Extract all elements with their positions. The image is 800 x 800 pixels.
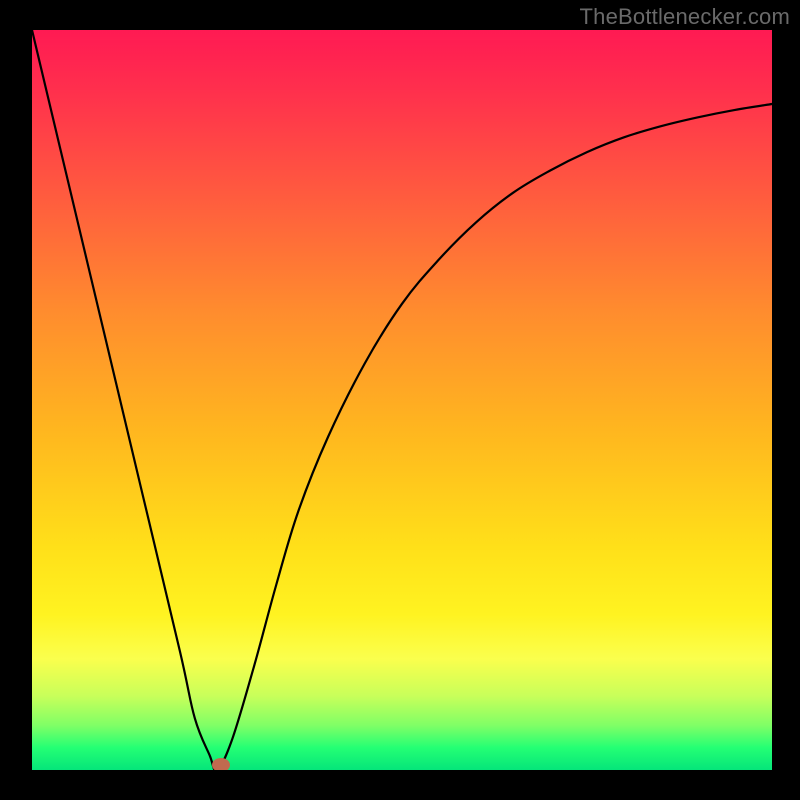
bottleneck-curve (32, 30, 772, 770)
curve-path (32, 30, 772, 770)
plot-area (32, 30, 772, 770)
chart-stage: TheBottlenecker.com (0, 0, 800, 800)
optimal-point-marker (212, 758, 230, 770)
watermark-text: TheBottlenecker.com (580, 4, 790, 30)
